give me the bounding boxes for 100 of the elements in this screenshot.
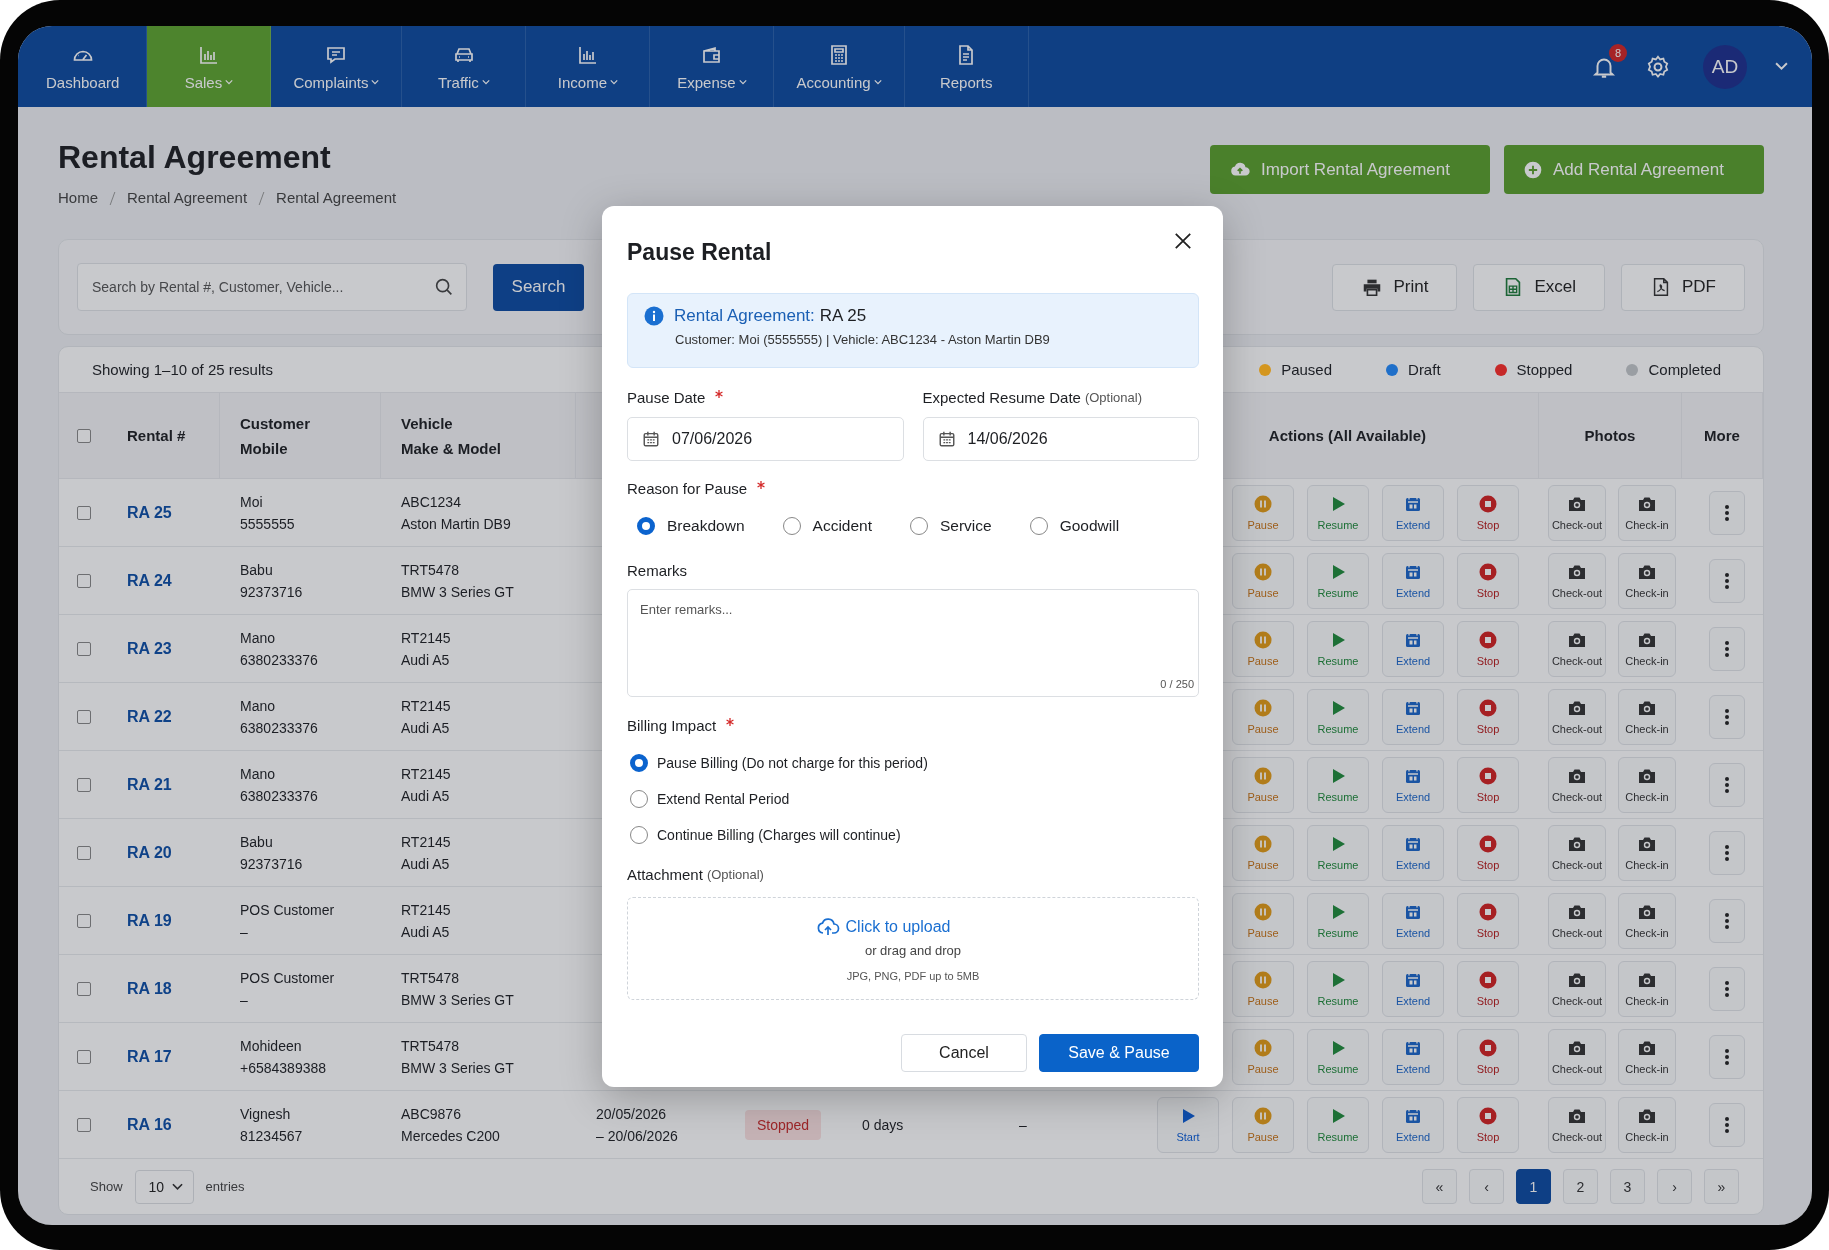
- row-checkbox[interactable]: [77, 777, 91, 792]
- date-field[interactable]: 14/06/2026: [922, 417, 1199, 461]
- radio-button[interactable]: [630, 754, 648, 772]
- radio-button[interactable]: [630, 790, 648, 808]
- more-button[interactable]: [1709, 694, 1745, 739]
- excel-button[interactable]: Excel: [1473, 263, 1605, 311]
- row-checkbox[interactable]: [77, 709, 91, 724]
- rental-link[interactable]: RA 16: [127, 1115, 172, 1134]
- stop-button[interactable]: Stop: [1457, 960, 1519, 1017]
- pause-button[interactable]: Pause: [1232, 756, 1294, 813]
- user-avatar[interactable]: AD: [1703, 44, 1747, 89]
- pause-button[interactable]: Pause: [1232, 484, 1294, 541]
- resume-button[interactable]: Resume: [1307, 1096, 1369, 1153]
- more-button[interactable]: [1709, 626, 1745, 671]
- photo-button[interactable]: Check-out: [1548, 688, 1606, 745]
- print-button[interactable]: Print: [1332, 263, 1458, 311]
- stop-button[interactable]: Stop: [1457, 552, 1519, 609]
- radio-button[interactable]: [910, 517, 928, 535]
- resume-button[interactable]: Resume: [1307, 892, 1369, 949]
- radio-button[interactable]: [782, 517, 801, 535]
- breadcrumb-link[interactable]: Home: [58, 188, 98, 208]
- row-checkbox[interactable]: [77, 913, 91, 928]
- pagination-button[interactable]: 3: [1610, 1169, 1645, 1204]
- pause-button[interactable]: Pause: [1232, 960, 1294, 1017]
- page-size-select[interactable]: 10: [134, 1169, 194, 1204]
- nav-tab[interactable]: Accounting: [774, 26, 905, 107]
- settings-icon[interactable]: [1645, 53, 1671, 80]
- rental-link[interactable]: RA 19: [127, 911, 172, 930]
- start-button[interactable]: Start: [1157, 1096, 1219, 1153]
- select-all-checkbox[interactable]: [77, 428, 91, 443]
- more-button[interactable]: [1709, 558, 1745, 603]
- upload-link[interactable]: Click to upload: [845, 918, 951, 936]
- more-button[interactable]: [1709, 490, 1745, 535]
- stop-button[interactable]: Stop: [1457, 892, 1519, 949]
- row-checkbox[interactable]: [77, 845, 91, 860]
- row-checkbox[interactable]: [77, 981, 91, 996]
- resume-button[interactable]: Resume: [1307, 960, 1369, 1017]
- pagination-button[interactable]: ‹: [1469, 1169, 1504, 1204]
- resume-button[interactable]: Resume: [1307, 484, 1369, 541]
- more-button[interactable]: [1709, 762, 1745, 807]
- row-checkbox[interactable]: [77, 505, 91, 520]
- nav-tab[interactable]: Income: [526, 26, 651, 107]
- pagination-button[interactable]: «: [1422, 1169, 1457, 1204]
- extend-button[interactable]: Extend: [1382, 824, 1444, 881]
- photo-button[interactable]: Check-out: [1548, 756, 1606, 813]
- rental-link[interactable]: RA 23: [127, 639, 172, 658]
- row-checkbox[interactable]: [77, 573, 91, 588]
- search-field[interactable]: Search by Rental #, Customer, Vehicle...: [77, 263, 467, 311]
- cancel-button[interactable]: Cancel: [901, 1034, 1027, 1072]
- row-checkbox[interactable]: [77, 1117, 91, 1132]
- stop-button[interactable]: Stop: [1457, 1096, 1519, 1153]
- resume-button[interactable]: Resume: [1307, 824, 1369, 881]
- rental-link[interactable]: RA 17: [127, 1047, 172, 1066]
- rental-link[interactable]: RA 22: [127, 707, 172, 726]
- pdf-button[interactable]: PDF: [1621, 263, 1745, 311]
- rental-link[interactable]: RA 25: [127, 503, 172, 522]
- search-button[interactable]: Search: [493, 263, 584, 311]
- photo-button[interactable]: Check-in: [1618, 892, 1676, 949]
- rental-link[interactable]: RA 21: [127, 775, 172, 794]
- resume-button[interactable]: Resume: [1307, 552, 1369, 609]
- rental-link[interactable]: RA 20: [127, 843, 172, 862]
- stop-button[interactable]: Stop: [1457, 620, 1519, 677]
- save-button[interactable]: Save & Pause: [1039, 1034, 1199, 1072]
- pause-button[interactable]: Pause: [1232, 892, 1294, 949]
- pause-button[interactable]: Pause: [1232, 824, 1294, 881]
- row-checkbox[interactable]: [77, 641, 91, 656]
- nav-tab[interactable]: Expense: [650, 26, 775, 107]
- pause-button[interactable]: Pause: [1232, 620, 1294, 677]
- rental-link[interactable]: RA 24: [127, 571, 172, 590]
- photo-button[interactable]: Check-in: [1618, 552, 1676, 609]
- extend-button[interactable]: Extend: [1382, 484, 1444, 541]
- more-button[interactable]: [1709, 898, 1745, 943]
- photo-button[interactable]: Check-in: [1618, 1028, 1676, 1085]
- close-icon[interactable]: [1174, 232, 1192, 250]
- radio-button[interactable]: [637, 517, 655, 535]
- extend-button[interactable]: Extend: [1382, 688, 1444, 745]
- pause-button[interactable]: Pause: [1232, 552, 1294, 609]
- resume-button[interactable]: Resume: [1307, 688, 1369, 745]
- extend-button[interactable]: Extend: [1382, 620, 1444, 677]
- stop-button[interactable]: Stop: [1457, 756, 1519, 813]
- stop-button[interactable]: Stop: [1457, 824, 1519, 881]
- nav-tab[interactable]: Traffic: [402, 26, 527, 107]
- photo-button[interactable]: Check-out: [1548, 620, 1606, 677]
- pagination-button[interactable]: 2: [1563, 1169, 1598, 1204]
- more-button[interactable]: [1709, 1034, 1745, 1079]
- photo-button[interactable]: Check-in: [1618, 756, 1676, 813]
- more-button[interactable]: [1709, 830, 1745, 875]
- photo-button[interactable]: Check-out: [1548, 1096, 1606, 1153]
- photo-button[interactable]: Check-out: [1548, 824, 1606, 881]
- photo-button[interactable]: Check-in: [1618, 688, 1676, 745]
- stop-button[interactable]: Stop: [1457, 688, 1519, 745]
- extend-button[interactable]: Extend: [1382, 892, 1444, 949]
- row-checkbox[interactable]: [77, 1049, 91, 1064]
- photo-button[interactable]: Check-out: [1548, 484, 1606, 541]
- nav-tab[interactable]: Complaints: [271, 26, 403, 107]
- extend-button[interactable]: Extend: [1382, 552, 1444, 609]
- chevron-down-icon[interactable]: [1775, 62, 1788, 71]
- pagination-button[interactable]: 1: [1516, 1169, 1551, 1204]
- photo-button[interactable]: Check-out: [1548, 1028, 1606, 1085]
- resume-button[interactable]: Resume: [1307, 756, 1369, 813]
